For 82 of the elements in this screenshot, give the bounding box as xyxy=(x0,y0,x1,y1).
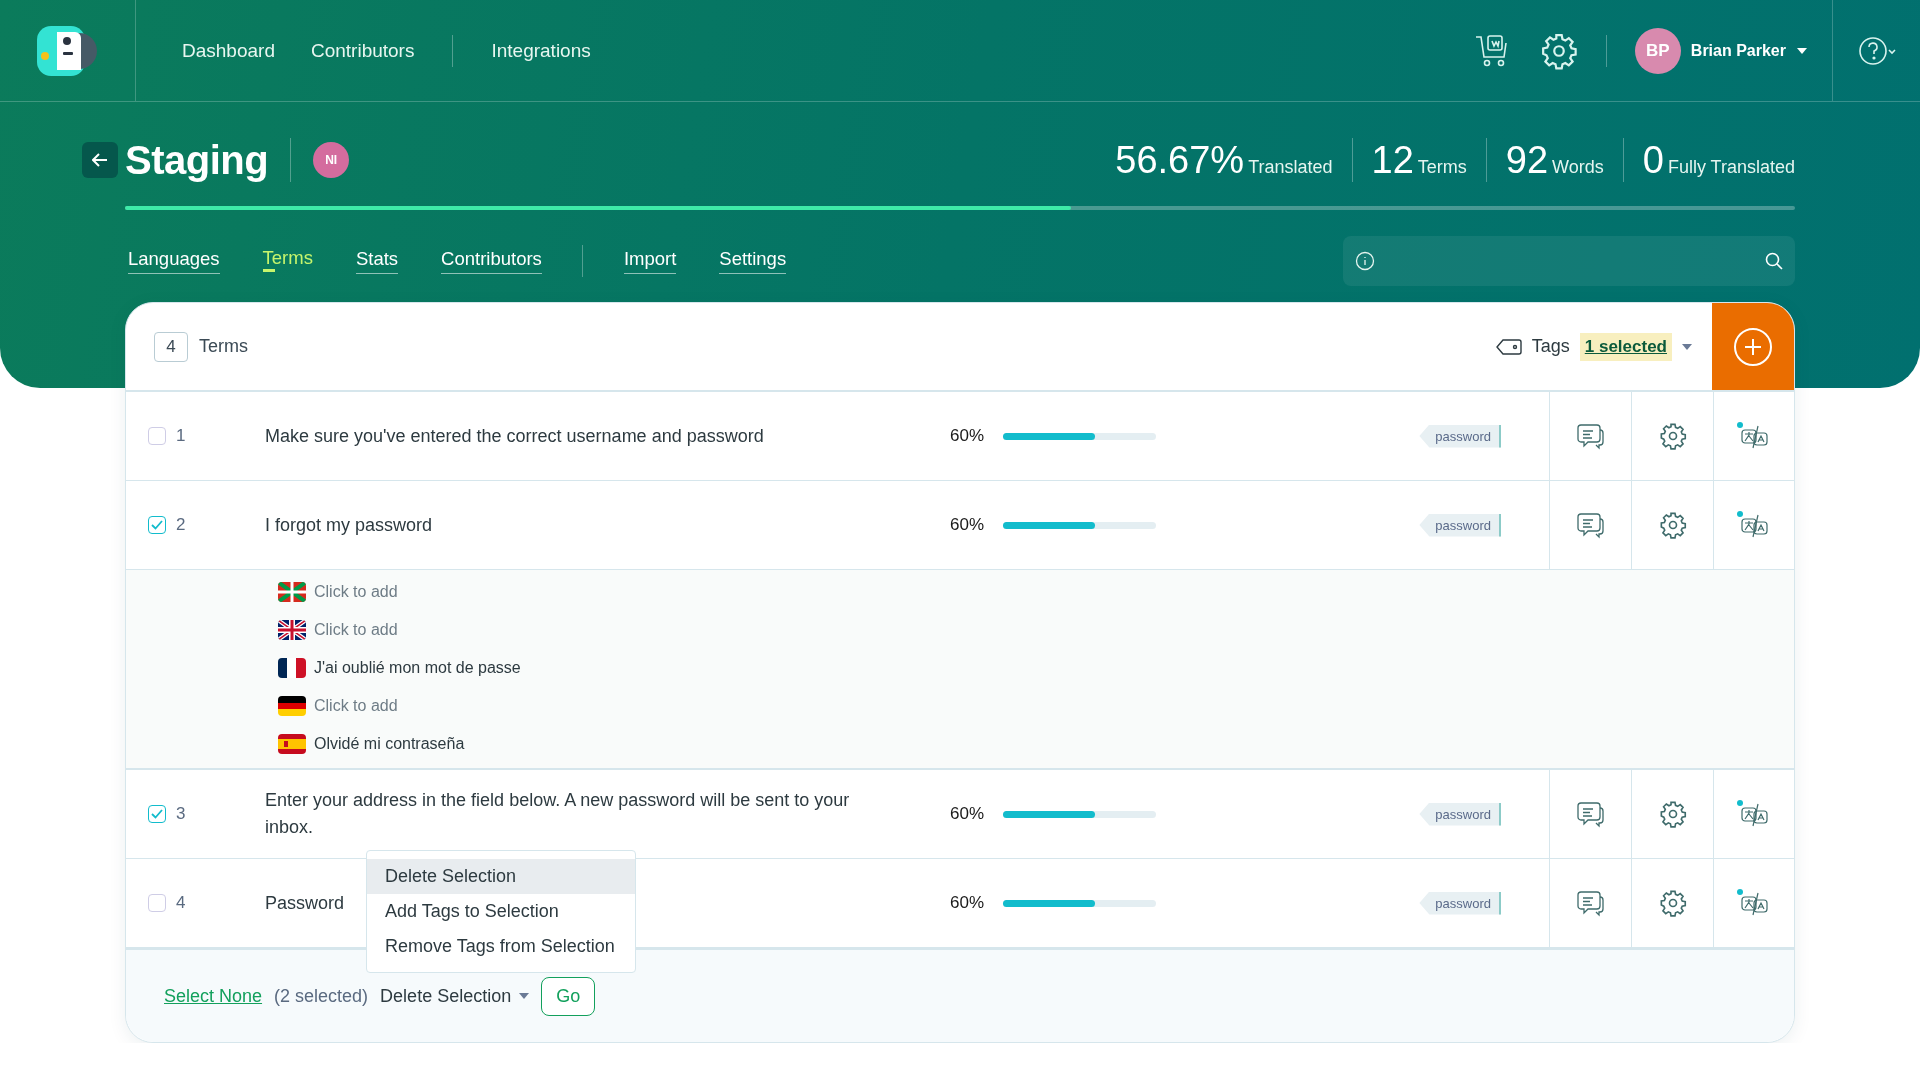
menu-item[interactable]: Add Tags to Selection xyxy=(367,894,635,929)
add-translation-link[interactable]: Click to add xyxy=(314,621,398,639)
comment-icon[interactable] xyxy=(1575,800,1606,828)
menu-item[interactable]: Delete Selection xyxy=(367,859,635,894)
tag-icon xyxy=(1495,338,1522,355)
add-translation-link[interactable]: Click to add xyxy=(314,697,398,715)
nav-link[interactable]: Contributors xyxy=(310,39,415,62)
plus-icon[interactable] xyxy=(1733,326,1773,367)
percent-text: 60% xyxy=(950,803,986,825)
nav-link[interactable]: Integrations xyxy=(491,39,591,62)
gear-icon[interactable] xyxy=(1658,422,1687,450)
menu-item[interactable]: Remove Tags from Selection xyxy=(367,929,635,964)
tag-label[interactable]: password xyxy=(1419,424,1501,448)
percent-text: 60% xyxy=(950,514,986,536)
term-text: Make sure you've entered the correct username and password xyxy=(265,424,764,448)
caret-icon[interactable] xyxy=(1796,46,1808,55)
tags-label: Tags xyxy=(1531,336,1570,357)
percent-text: 60% xyxy=(950,892,986,914)
row-checkbox[interactable] xyxy=(148,805,166,823)
caret-icon[interactable] xyxy=(1682,343,1692,350)
flag-icon xyxy=(278,696,306,716)
project-title: Staging xyxy=(125,137,269,183)
back-button[interactable] xyxy=(82,142,118,178)
info-icon xyxy=(1355,251,1375,271)
row-number: 4 xyxy=(176,893,186,913)
stat-value: 92 xyxy=(1505,139,1549,182)
flag-icon xyxy=(278,658,306,678)
stat-label: Translated xyxy=(1248,157,1333,178)
tab[interactable]: Stats xyxy=(355,248,399,274)
term-text: Enter your address in the field below. A new password will be sent to your inbox. xyxy=(265,789,851,839)
tag-label[interactable]: password xyxy=(1419,891,1501,915)
gear-icon[interactable] xyxy=(1658,889,1687,917)
go-button[interactable]: Go xyxy=(541,976,596,1016)
selected-count: (2 selected) xyxy=(274,985,369,1007)
settings-icon[interactable] xyxy=(1539,31,1578,70)
tab[interactable]: Settings xyxy=(719,248,787,274)
tag-label[interactable]: password xyxy=(1419,513,1501,537)
search-field[interactable] xyxy=(1343,236,1795,286)
project-badge: NI xyxy=(313,142,350,178)
add-button[interactable] xyxy=(1712,303,1794,390)
stat-value: 0 xyxy=(1642,139,1664,182)
user-name[interactable]: Brian Parker xyxy=(1690,41,1786,60)
stat-label: Fully Translated xyxy=(1667,157,1795,178)
help-icon[interactable] xyxy=(1856,34,1897,67)
term-text: Password xyxy=(265,891,345,915)
tab[interactable]: Contributors xyxy=(441,248,542,274)
flag-icon xyxy=(278,582,306,602)
stat-value: 56.67% xyxy=(1115,139,1245,182)
select-none-link[interactable]: Select None xyxy=(164,985,263,1007)
action-dropdown[interactable]: Delete Selection xyxy=(380,985,530,1007)
row-checkbox[interactable] xyxy=(148,427,166,445)
term-text: I forgot my password xyxy=(265,513,433,537)
search-icon[interactable] xyxy=(1765,252,1783,270)
stat-value: 12 xyxy=(1371,139,1414,182)
row-checkbox[interactable] xyxy=(148,894,166,912)
tags-filter[interactable]: 1 selected xyxy=(1579,332,1672,361)
nav-link[interactable]: Dashboard xyxy=(182,39,275,62)
gear-icon[interactable] xyxy=(1658,511,1687,539)
arrow-icon[interactable] xyxy=(92,153,108,167)
translation-text[interactable]: J'ai oublié mon mot de passe xyxy=(314,659,521,677)
comment-icon[interactable] xyxy=(1575,889,1606,917)
percent-text: 60% xyxy=(950,425,986,447)
row-number: 3 xyxy=(176,804,186,824)
add-translation-link[interactable]: Click to add xyxy=(314,583,398,601)
panel-title: Terms xyxy=(199,336,248,357)
tab[interactable]: Import xyxy=(623,248,677,274)
stat-label: Words xyxy=(1552,157,1604,178)
flag-icon xyxy=(278,620,306,640)
comment-icon[interactable] xyxy=(1575,422,1606,450)
tab[interactable]: Languages xyxy=(128,248,220,274)
row-number: 2 xyxy=(176,515,186,535)
translation-text[interactable]: Olvidé mi contraseña xyxy=(314,735,465,753)
user-avatar[interactable]: BP xyxy=(1634,27,1681,74)
tag-label[interactable]: password xyxy=(1419,802,1501,826)
comment-icon[interactable] xyxy=(1575,511,1606,539)
term-count: 4 xyxy=(154,331,188,362)
caret-icon[interactable] xyxy=(519,993,530,999)
flag-icon xyxy=(278,734,306,754)
gear-icon[interactable] xyxy=(1658,800,1687,828)
stat-label: Terms xyxy=(1417,157,1467,178)
row-checkbox[interactable] xyxy=(148,516,166,534)
row-number: 1 xyxy=(176,426,186,446)
